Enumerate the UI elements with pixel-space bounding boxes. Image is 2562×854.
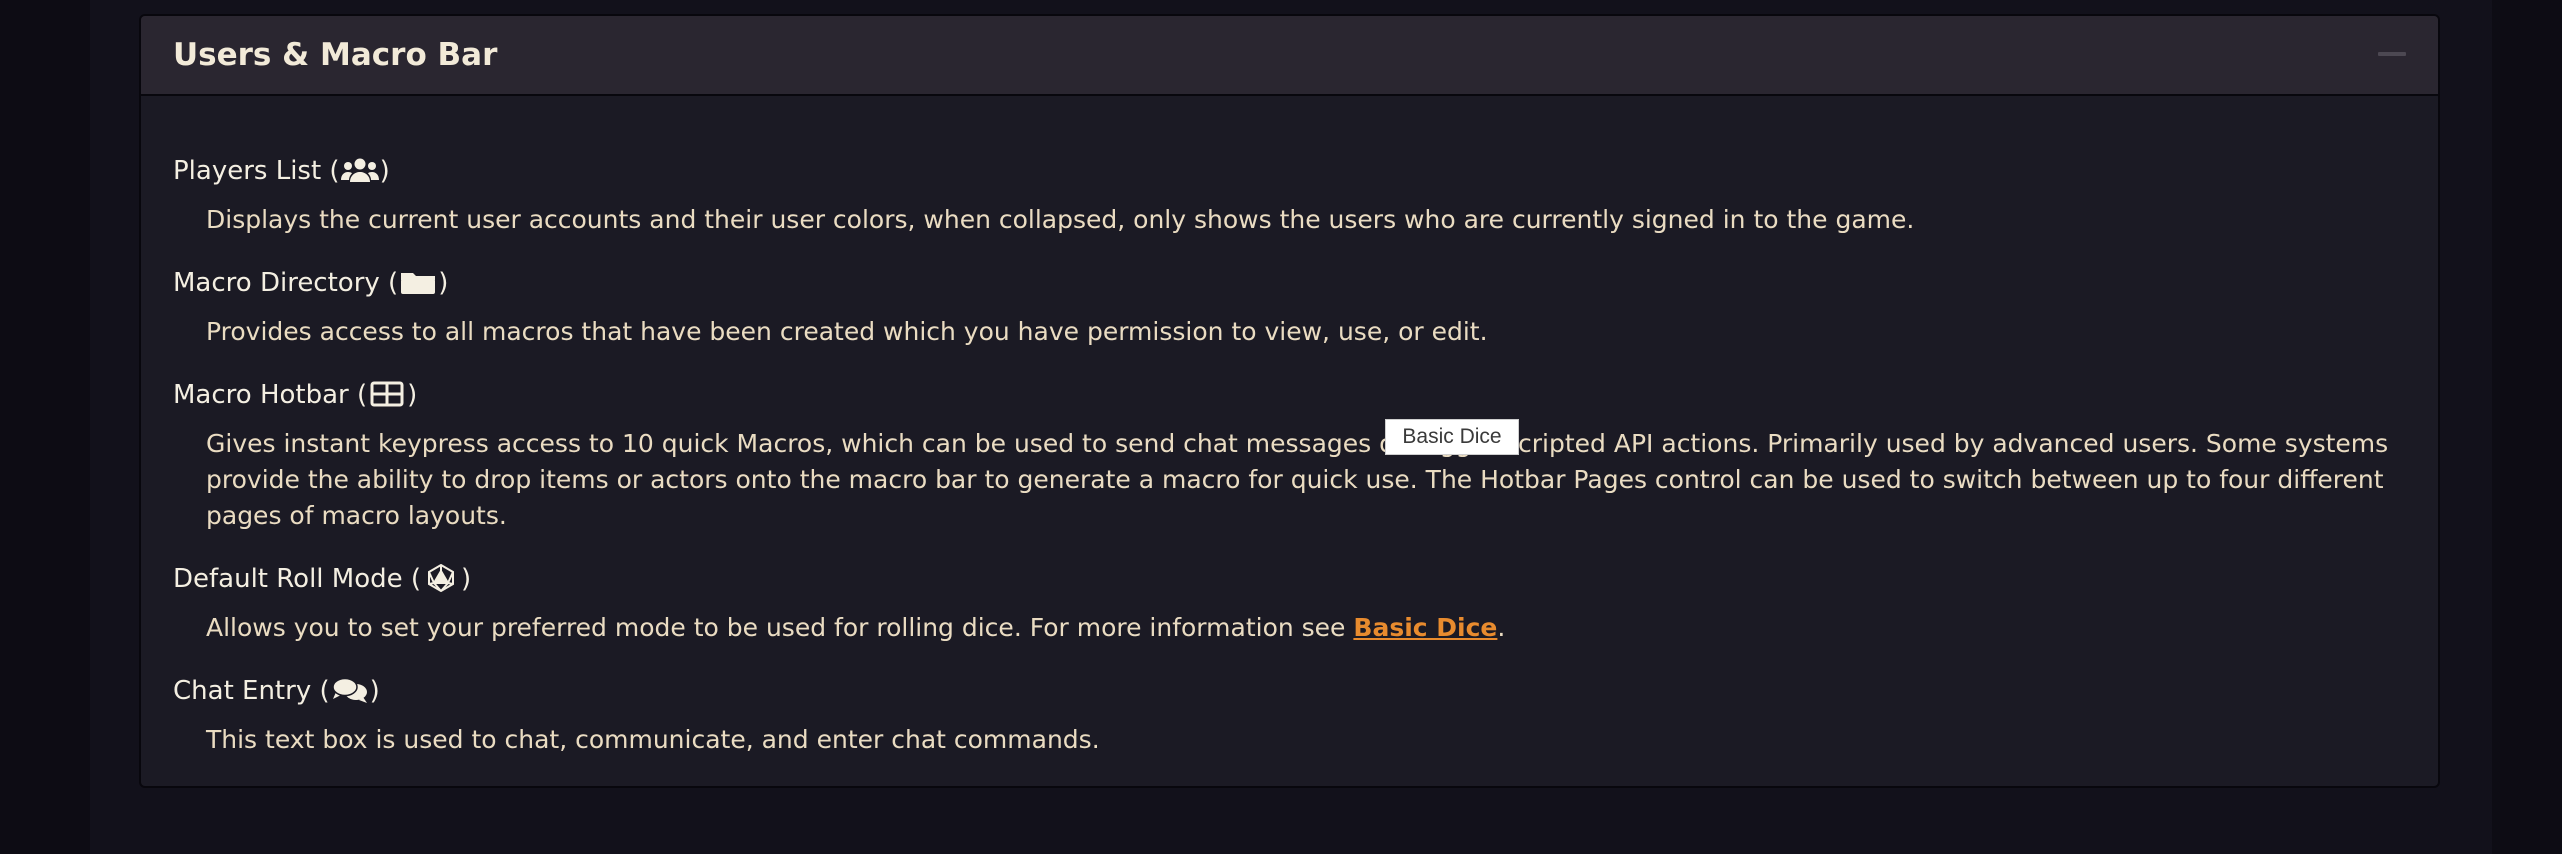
entry-title-text: Chat Entry (173, 676, 312, 706)
dice-d20-icon (421, 564, 461, 592)
desc-line: provide the ability to drop items or act… (206, 465, 2384, 494)
entry-title-macro-hotbar: Macro Hotbar () (173, 380, 418, 410)
panel-body: Players List () Displays the current use… (141, 96, 2438, 786)
desc-text: Allows you to set your preferred mode to… (206, 613, 1354, 642)
entry-title-text: Macro Hotbar (173, 380, 349, 410)
desc-line: pages of macro layouts. (206, 501, 507, 530)
desc-line: Gives instant keypress access to 10 quic… (206, 429, 2389, 458)
panel-title: Users & Macro Bar (173, 37, 498, 73)
entry-title-macro-directory: Macro Directory () (173, 268, 449, 298)
entry-title-players-list: Players List () (173, 156, 390, 186)
table-icon (367, 380, 407, 408)
basic-dice-tooltip: Basic Dice (1385, 419, 1519, 455)
entry-desc-macro-hotbar: Gives instant keypress access to 10 quic… (206, 426, 2416, 534)
entry-desc-default-roll-mode: Allows you to set your preferred mode to… (206, 610, 2416, 646)
users-macro-bar-panel: Users & Macro Bar Players List () Displa… (139, 14, 2440, 788)
panel-header[interactable]: Users & Macro Bar (141, 16, 2438, 96)
entry-title-chat-entry: Chat Entry () (173, 676, 380, 706)
entry-title-default-roll-mode: Default Roll Mode () (173, 564, 472, 594)
basic-dice-link[interactable]: Basic Dice (1353, 613, 1497, 642)
entry-title-text: Players List (173, 156, 322, 186)
page: Users & Macro Bar Players List () Displa… (0, 0, 2562, 854)
entry-desc-players-list: Displays the current user accounts and t… (206, 205, 1915, 234)
desc-text: . (1497, 613, 1506, 642)
entry-desc-chat-entry: This text box is used to chat, communica… (206, 725, 1100, 754)
entry-desc-macro-directory: Provides access to all macros that have … (206, 317, 1488, 346)
entry-title-text: Macro Directory (173, 268, 380, 298)
folder-icon (398, 268, 438, 296)
users-icon (340, 156, 380, 184)
entry-title-text: Default Roll Mode (173, 564, 403, 594)
comments-icon (330, 676, 370, 704)
minus-icon[interactable] (2378, 44, 2406, 64)
